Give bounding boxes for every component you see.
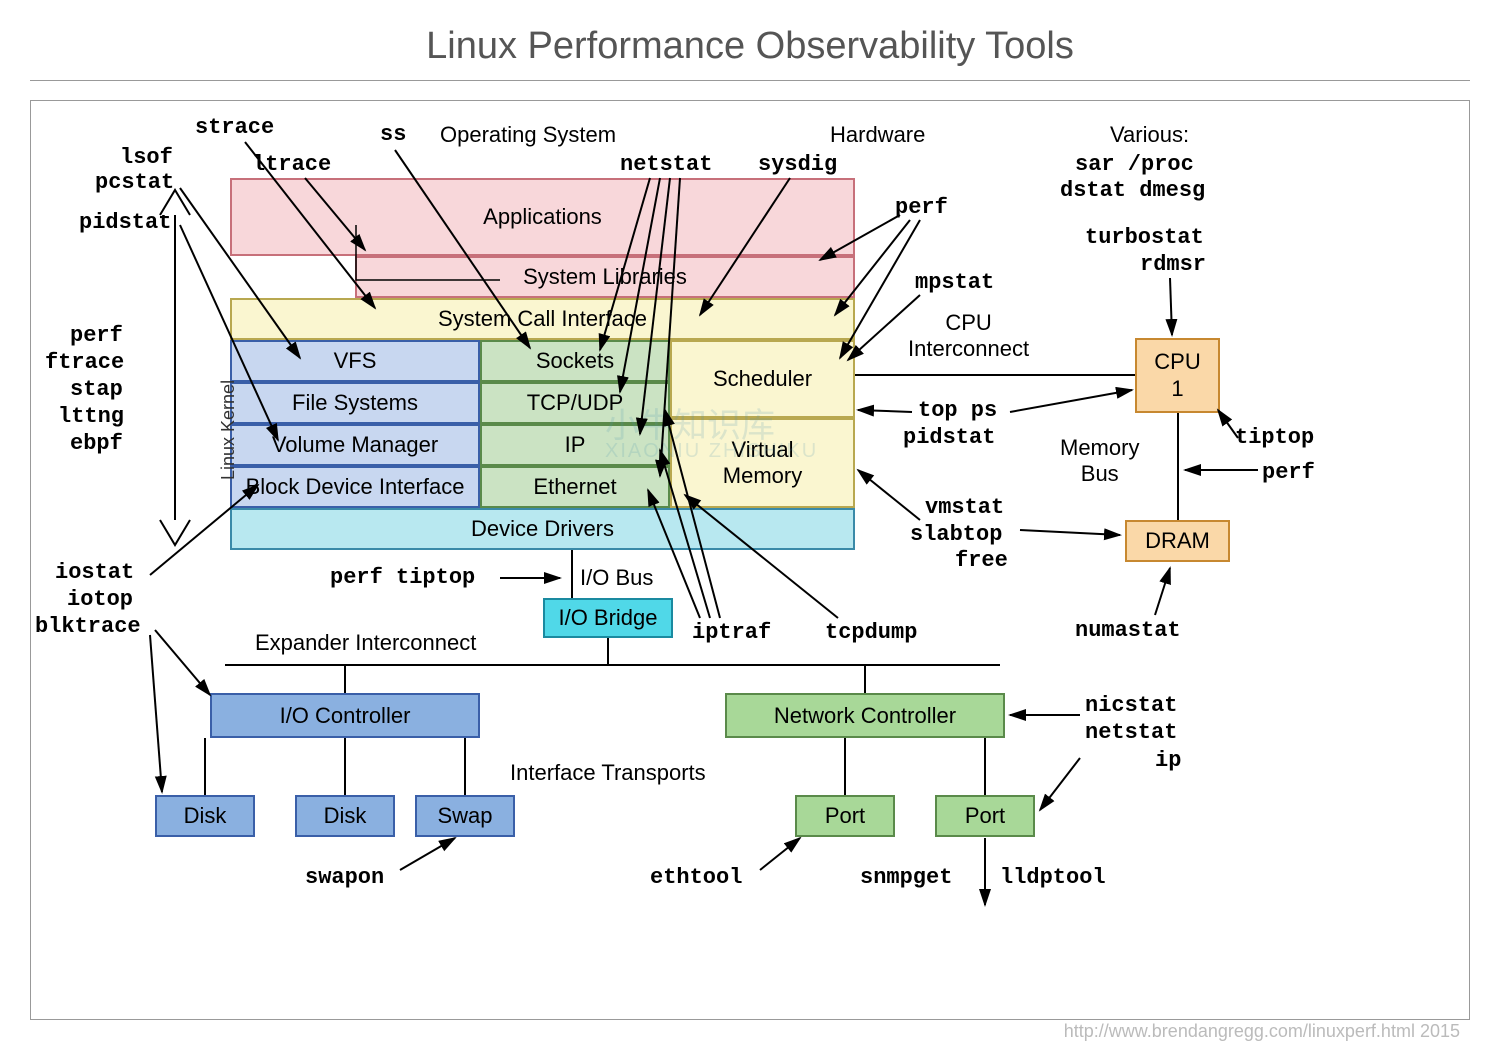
tool-top-ps: top ps [918,398,997,423]
os-label: Operating System [440,122,616,148]
tool-ebpf: ebpf [70,431,123,456]
syslib-label: System Libraries [523,264,687,290]
title-rule [30,80,1470,81]
tool-nicstat: nicstat [1085,693,1177,718]
box-ethernet: Ethernet [480,466,670,508]
cpu-interconnect-label: CPU Interconnect [908,310,1029,363]
box-disk2: Disk [295,795,395,837]
tool-pcstat: pcstat [95,170,174,195]
box-applications: Applications [230,178,855,256]
tool-lldptool: lldptool [1000,865,1106,890]
tool-netstat: netstat [620,152,712,177]
volman-label: Volume Manager [272,432,438,458]
box-vfs: VFS [230,340,480,382]
ethernet-label: Ethernet [533,474,616,500]
tool-tcpdump: tcpdump [825,620,917,645]
tool-lttng: lttng [58,404,124,429]
sockets-label: Sockets [536,348,614,374]
box-ioctrl: I/O Controller [210,693,480,738]
box-iobridge: I/O Bridge [543,598,673,638]
tool-numastat: numastat [1075,618,1181,643]
tool-ss: ss [380,122,406,147]
netctrl-label: Network Controller [774,703,956,729]
tool-tiptop: tiptop [1235,425,1314,450]
tool-vmstat: vmstat [925,495,1004,520]
hw-label: Hardware [830,122,925,148]
box-swap: Swap [415,795,515,837]
kernel-label: Linux Kernel [218,380,239,480]
tool-turbostat: turbostat [1085,225,1204,250]
tool-perf-tiptop: perf tiptop [330,565,475,590]
tool-mpstat: mpstat [915,270,994,295]
tool-iostat: iostat [55,560,134,585]
disk1-label: Disk [184,803,227,829]
box-bdi: Block Device Interface [230,466,480,508]
tool-dstat-dmesg: dstat dmesg [1060,178,1205,203]
cpu-label: CPU 1 [1154,349,1200,402]
tool-sar-proc: sar /proc [1075,152,1194,177]
tool-slabtop: slabtop [910,522,1002,547]
tool-lsof: lsof [120,145,173,170]
drivers-label: Device Drivers [471,516,614,542]
tool-stap: stap [70,377,123,402]
tool-perf-cpu: perf [1262,460,1315,485]
box-cpu: CPU 1 [1135,338,1220,413]
tool-snmpget: snmpget [860,865,952,890]
port1-label: Port [825,803,865,829]
tool-pidstat-right: pidstat [903,425,995,450]
disk2-label: Disk [324,803,367,829]
tool-rdmsr: rdmsr [1140,252,1206,277]
box-volman: Volume Manager [230,424,480,466]
tool-iotop: iotop [67,587,133,612]
tool-ftrace: ftrace [45,350,124,375]
scheduler-label: Scheduler [713,366,812,392]
iobus-label: I/O Bus [580,565,653,591]
tool-netstat: netstat [1085,720,1177,745]
tool-ip: ip [1155,748,1181,773]
memory-bus-label: Memory Bus [1060,435,1139,488]
ip-label: IP [565,432,586,458]
tool-ethtool: ethtool [650,865,742,890]
ioctrl-label: I/O Controller [280,703,411,729]
tool-sysdig: sysdig [758,152,837,177]
box-sockets: Sockets [480,340,670,382]
credit: http://www.brendangregg.com/linuxperf.ht… [1064,1021,1460,1042]
box-disk1: Disk [155,795,255,837]
box-drivers: Device Drivers [230,508,855,550]
box-port1: Port [795,795,895,837]
box-netctrl: Network Controller [725,693,1005,738]
box-syslib: System Libraries [355,256,855,298]
tool-blktrace: blktrace [35,614,141,639]
bdi-label: Block Device Interface [246,474,465,500]
tool-free: free [955,548,1008,573]
box-port2: Port [935,795,1035,837]
box-dram: DRAM [1125,520,1230,562]
applications-label: Applications [483,204,602,230]
watermark-en: XIAONIU ZHISHIKU [605,440,818,463]
tool-ltrace: ltrace [252,152,331,177]
dram-label: DRAM [1145,528,1210,554]
swap-label: Swap [437,803,492,829]
syscall-label: System Call Interface [438,306,647,332]
various-label: Various: [1110,122,1189,148]
port2-label: Port [965,803,1005,829]
tool-swapon: swapon [305,865,384,890]
fs-label: File Systems [292,390,418,416]
vfs-label: VFS [334,348,377,374]
page-title: Linux Performance Observability Tools [0,25,1500,68]
tool-iptraf: iptraf [692,620,771,645]
box-syscall: System Call Interface [230,298,855,340]
tool-strace: strace [195,115,274,140]
iobridge-label: I/O Bridge [558,605,657,631]
box-fs: File Systems [230,382,480,424]
tool-perf-left: perf [70,323,123,348]
iface-label: Interface Transports [510,760,706,786]
tool-pidstat-top: pidstat [79,210,171,235]
tool-perf-top: perf [895,195,948,220]
expander-label: Expander Interconnect [255,630,476,656]
